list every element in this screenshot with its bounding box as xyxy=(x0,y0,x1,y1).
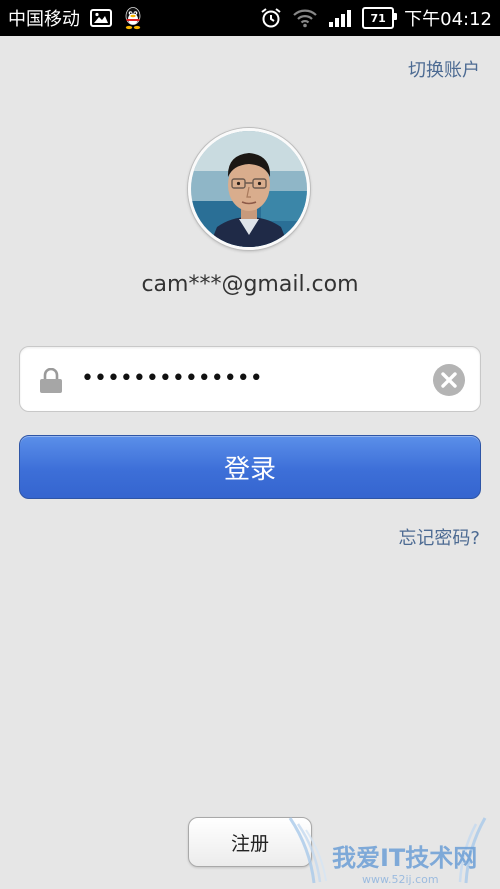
password-value: •••••••••••••• xyxy=(81,366,263,391)
login-button[interactable]: 登录 xyxy=(19,435,481,499)
avatar xyxy=(188,128,310,250)
forgot-password-link[interactable]: 忘记密码? xyxy=(398,524,480,550)
qq-penguin-icon xyxy=(122,6,144,30)
clear-icon[interactable] xyxy=(432,363,466,397)
status-bar: 中国移动 71 下午04:12 xyxy=(0,0,500,36)
svg-text:我爱IT技术网: 我爱IT技术网 xyxy=(332,844,477,872)
watermark-logo: 我爱IT技术网 www.52ij.com xyxy=(280,808,500,889)
battery-icon: 71 xyxy=(362,7,398,29)
status-left: 中国移动 xyxy=(0,5,144,31)
switch-account-link[interactable]: 切换账户 xyxy=(408,56,480,82)
lock-icon xyxy=(39,367,63,394)
svg-text:www.52ij.com: www.52ij.com xyxy=(362,873,439,886)
signal-icon xyxy=(328,8,352,28)
status-right: 71 下午04:12 xyxy=(260,5,500,31)
carrier-name: 中国移动 xyxy=(8,9,80,30)
gallery-icon xyxy=(90,9,112,27)
wifi-icon xyxy=(292,8,318,28)
alarm-icon xyxy=(260,7,282,29)
status-time: 下午04:12 xyxy=(404,9,492,30)
login-screen: 中国移动 71 下午04:12 切换账户 cam***@gmail.com ••… xyxy=(0,0,500,889)
register-button[interactable]: 注册 xyxy=(188,817,312,867)
account-email: cam***@gmail.com xyxy=(141,272,359,297)
password-field[interactable]: •••••••••••••• xyxy=(19,346,481,412)
